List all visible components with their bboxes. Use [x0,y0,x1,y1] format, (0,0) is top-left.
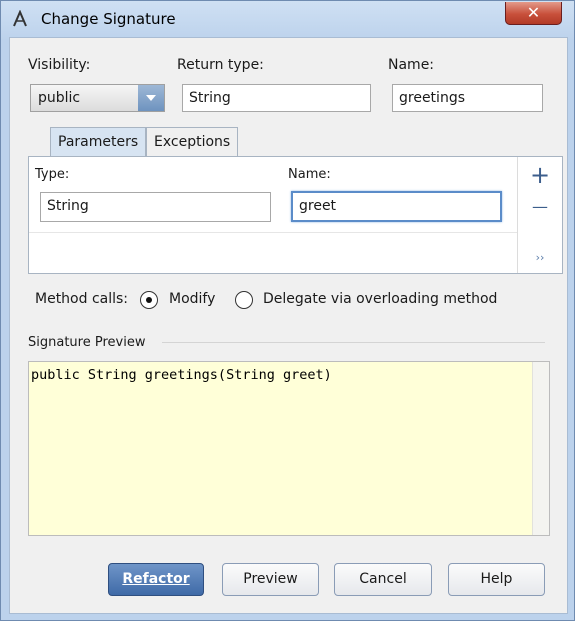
more-icon[interactable]: ›› [520,251,560,264]
preview-button[interactable]: Preview [222,563,319,596]
preview-button-label[interactable]: Preview [243,571,298,587]
parameters-panel: Type: Name: String greet + — ›› [28,156,563,274]
help-button[interactable]: Help [448,563,545,596]
visibility-value: public [38,90,81,106]
help-button-label[interactable]: Help [481,571,513,587]
chevron-down-icon[interactable] [138,85,164,111]
visibility-label: Visibility: [28,57,91,73]
tab-exceptions[interactable]: Exceptions [146,127,238,157]
signature-preview-box[interactable]: public String greetings(String greet) [28,361,550,536]
name-label: Name: [388,57,435,73]
dialog-title: Change Signature [41,10,176,28]
tab-parameters[interactable]: Parameters [50,127,146,157]
signature-preview-code: public String greetings(String greet) [31,367,332,383]
remove-parameter-button[interactable]: — [520,197,560,216]
modify-radio[interactable] [140,291,158,309]
close-button[interactable]: ✕ [505,2,562,25]
signature-preview-heading: Signature Preview [28,335,146,350]
param-name-field[interactable]: greet [291,191,502,222]
add-parameter-button[interactable]: + [520,161,560,189]
return-type-field[interactable]: String [182,84,371,112]
delegate-label[interactable]: Delegate via overloading method [263,291,497,307]
panel-divider [517,157,518,273]
param-name-label: Name: [288,167,331,182]
close-icon[interactable]: ✕ [527,3,540,22]
section-separator [162,342,545,343]
name-field[interactable]: greetings [392,84,543,112]
preview-scrollbar[interactable] [532,362,549,535]
dialog-body: Visibility: Return type: Name: public St… [9,37,568,614]
param-type-field[interactable]: String [40,192,271,222]
refactor-button[interactable]: Refactor [108,563,204,596]
title-bar[interactable]: Change Signature ✕ [1,1,574,37]
return-type-label: Return type: [177,57,264,73]
modify-label[interactable]: Modify [169,291,215,307]
change-signature-dialog: Change Signature ✕ Visibility: Return ty… [0,0,575,621]
app-icon [13,10,27,27]
refactor-button-label[interactable]: Refactor [122,571,189,587]
row-divider [29,232,517,233]
delegate-radio[interactable] [235,291,253,309]
param-type-label: Type: [35,167,70,182]
method-calls-label: Method calls: [35,291,129,307]
visibility-dropdown[interactable]: public [30,84,165,112]
cancel-button-label[interactable]: Cancel [359,571,406,587]
cancel-button[interactable]: Cancel [334,563,432,596]
